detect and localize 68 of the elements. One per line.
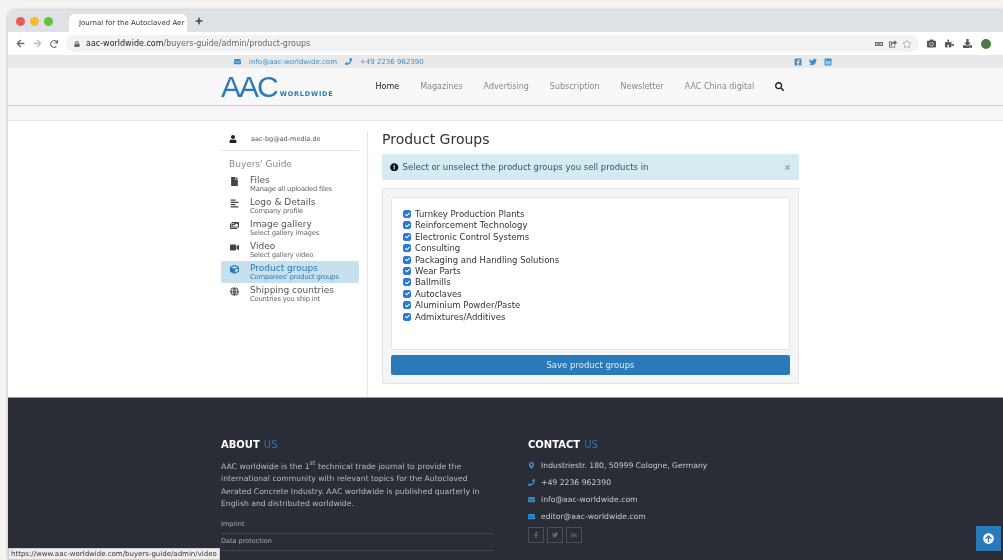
search-icon[interactable] [775,82,785,91]
globe-icon [229,287,239,296]
puzzle-icon[interactable] [945,39,954,48]
lock-icon [74,40,80,47]
checkbox[interactable] [403,232,411,241]
back-icon[interactable] [16,39,25,48]
list-icon [229,199,239,208]
camera-icon[interactable] [927,39,936,48]
checkbox-label: Packaging and Handling Solutions [415,254,560,265]
envelope-icon [528,496,535,503]
checkbox-label: Wear Parts [415,265,461,276]
checkbox[interactable] [403,255,411,264]
nav-link[interactable]: Newsletter [620,82,664,91]
checkbox[interactable] [403,289,411,298]
profile-icon[interactable] [981,38,991,49]
checkbox-label: Turnkey Production Plants [415,209,525,219]
checkbox[interactable] [403,266,411,275]
twitter-button[interactable] [547,527,563,543]
arrow-up-icon [983,533,994,544]
footer-heading: CONTACT US [528,439,599,450]
checkbox-label: Admixtures/Additives [415,311,506,322]
reload-icon[interactable] [50,39,58,48]
checkbox-label: Consulting [415,243,461,254]
facebook-icon [533,532,539,538]
linkedin-icon [571,532,577,538]
checkbox[interactable] [403,278,411,287]
twitter-icon [552,532,558,538]
facebook-icon[interactable] [793,57,802,66]
nav-link[interactable]: Subscription [549,82,600,91]
checkbox[interactable] [403,221,411,230]
phone-icon [528,479,535,486]
nav-link[interactable]: Home [375,82,400,91]
file-icon [229,177,239,186]
twitter-icon[interactable] [808,57,817,66]
scroll-top-button[interactable] [976,526,1001,551]
star-icon[interactable] [903,39,911,48]
envelope-icon [528,513,535,520]
new-tab-icon[interactable] [195,17,203,25]
nav-link[interactable]: Advertising [483,82,529,91]
nav-link[interactable]: Magazines [420,82,463,91]
checkbox-label: Reinforcement Technology [415,220,528,231]
image-icon [229,221,239,230]
user-icon [229,135,237,143]
download-icon[interactable] [963,39,972,48]
cube-icon [229,265,239,274]
envelope-icon [234,58,241,65]
address-bar[interactable]: aac-worldwide.com/buyers-guide/admin/product-groups [66,35,919,52]
checkbox-label: Ballmills [415,277,451,288]
save-button[interactable]: Save product groups [391,354,790,375]
share-icon[interactable] [889,39,897,48]
phone-icon [344,58,352,65]
page-title: Product Groups [382,131,491,147]
checkbox[interactable] [403,312,411,321]
checkbox[interactable] [403,301,411,310]
checkbox[interactable] [403,244,411,253]
info-icon [390,162,399,172]
checkbox-label: Aluminium Powder/Paste [415,300,521,311]
nav-link[interactable]: AAC China digital [684,82,755,91]
checkbox[interactable] [403,210,411,218]
checkbox-label: Autoclaves [415,288,462,299]
close-window-icon[interactable] [16,16,25,26]
video-icon [229,243,239,252]
map-pin-icon [528,462,535,469]
checkbox-label: Electronic Control Systems [415,231,530,242]
alert-text: Select or unselect the product groups you sell products in [402,162,650,172]
linkedin-icon[interactable] [823,57,832,66]
section-heading: Buyers' Guide [228,158,293,171]
footer-heading: ABOUT US [221,439,279,450]
